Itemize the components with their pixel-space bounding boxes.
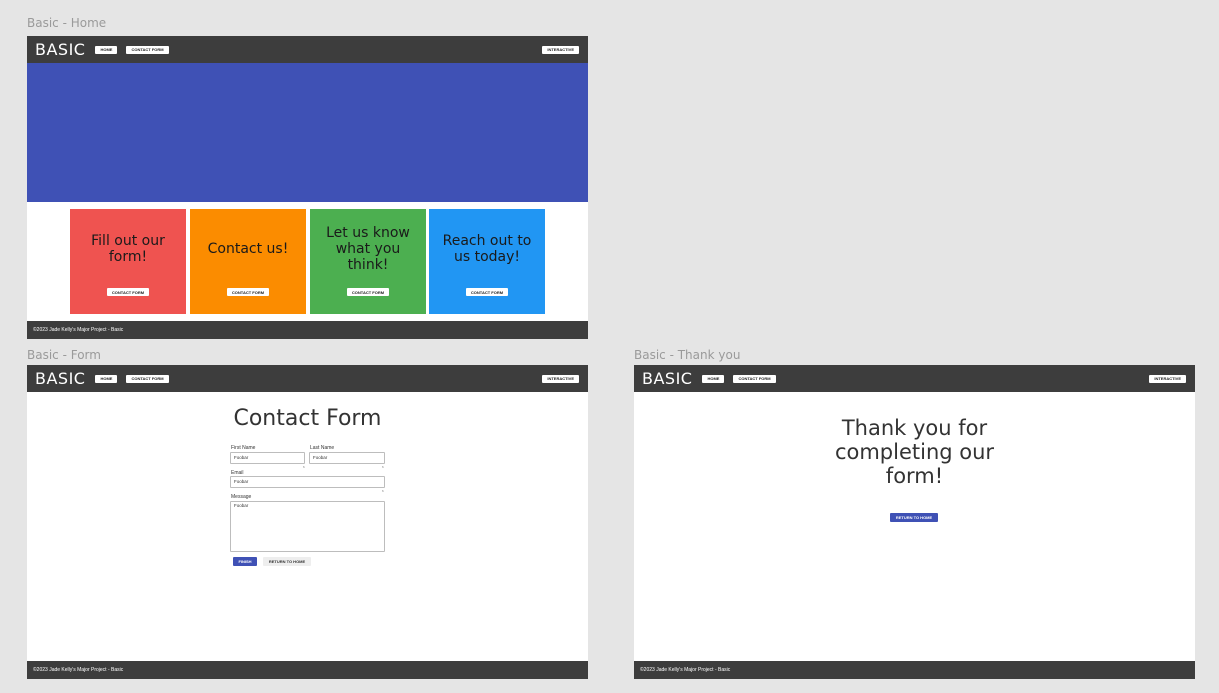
footer-text: ©2023 Jade Kelly's Major Project - Basic bbox=[640, 667, 731, 673]
frame-label-home: Basic - Home bbox=[27, 16, 107, 30]
last-name-field[interactable]: Foobar bbox=[309, 452, 385, 464]
nav-home-button[interactable]: HOME bbox=[95, 45, 118, 54]
first-name-char-count: 6 bbox=[303, 465, 305, 469]
frame-label-thanks: Basic - Thank you bbox=[634, 348, 741, 362]
frame-home: BASIC HOME CONTACT FORM INTERACTIVE Fill… bbox=[27, 36, 588, 339]
nav-contact-form-button[interactable]: CONTACT FORM bbox=[126, 374, 169, 383]
first-name-field[interactable]: Foobar bbox=[230, 452, 305, 464]
email-field[interactable]: Foobar bbox=[230, 476, 385, 488]
brand-logo[interactable]: BASIC bbox=[642, 369, 692, 388]
frame-form: BASIC HOME CONTACT FORM INTERACTIVE Cont… bbox=[27, 365, 588, 679]
card-text: Fill out our form! bbox=[91, 232, 165, 265]
card-contact-us: Contact us! CONTACT FORM bbox=[190, 209, 306, 314]
finish-button[interactable]: FINISH bbox=[233, 557, 257, 566]
last-name-char-count: 6 bbox=[382, 465, 384, 469]
first-name-label: First Name bbox=[231, 445, 256, 451]
card-contact-form-button[interactable]: CONTACT FORM bbox=[465, 288, 509, 296]
footer: ©2023 Jade Kelly's Major Project - Basic bbox=[27, 321, 588, 339]
nav-interactive-button[interactable]: INTERACTIVE bbox=[542, 374, 579, 383]
frame-thanks: BASIC HOME CONTACT FORM INTERACTIVE Than… bbox=[634, 365, 1195, 679]
email-char-count: 6 bbox=[382, 489, 384, 493]
message-textarea[interactable]: Foobar bbox=[230, 501, 385, 552]
brand-logo[interactable]: BASIC bbox=[35, 40, 85, 59]
app-bar: BASIC HOME CONTACT FORM INTERACTIVE bbox=[634, 365, 1195, 392]
card-contact-form-button[interactable]: CONTACT FORM bbox=[226, 288, 270, 296]
footer-text: ©2023 Jade Kelly's Major Project - Basic bbox=[33, 327, 124, 333]
card-contact-form-button[interactable]: CONTACT FORM bbox=[346, 288, 390, 296]
hero-banner bbox=[27, 63, 588, 202]
nav-interactive-button[interactable]: INTERACTIVE bbox=[542, 45, 579, 54]
nav-home-button[interactable]: HOME bbox=[95, 374, 118, 383]
card-text: Reach out to us today! bbox=[442, 232, 532, 265]
footer: ©2023 Jade Kelly's Major Project - Basic bbox=[634, 661, 1195, 679]
card-text: Contact us! bbox=[207, 240, 289, 257]
nav-home-button[interactable]: HOME bbox=[702, 374, 725, 383]
footer: ©2023 Jade Kelly's Major Project - Basic bbox=[27, 661, 588, 679]
card-fill-form: Fill out our form! CONTACT FORM bbox=[70, 209, 186, 314]
app-bar: BASIC HOME CONTACT FORM INTERACTIVE bbox=[27, 36, 588, 63]
frame-label-form: Basic - Form bbox=[27, 348, 101, 362]
nav-contact-form-button[interactable]: CONTACT FORM bbox=[733, 374, 776, 383]
card-text: Let us know what you think! bbox=[326, 224, 410, 273]
thank-you-message: Thank you for completing our form! bbox=[634, 416, 1195, 488]
card-let-us-know: Let us know what you think! CONTACT FORM bbox=[310, 209, 426, 314]
last-name-label: Last Name bbox=[310, 445, 335, 451]
page-title: Contact Form bbox=[233, 406, 382, 431]
app-bar: BASIC HOME CONTACT FORM INTERACTIVE bbox=[27, 365, 588, 392]
return-to-home-button[interactable]: RETURN TO HOME bbox=[263, 557, 311, 566]
message-label: Message bbox=[231, 494, 252, 500]
nav-contact-form-button[interactable]: CONTACT FORM bbox=[126, 45, 169, 54]
brand-logo[interactable]: BASIC bbox=[35, 369, 85, 388]
footer-text: ©2023 Jade Kelly's Major Project - Basic bbox=[33, 667, 124, 673]
return-to-home-button[interactable]: RETURN TO HOME bbox=[890, 513, 938, 522]
card-contact-form-button[interactable]: CONTACT FORM bbox=[106, 288, 150, 296]
nav-interactive-button[interactable]: INTERACTIVE bbox=[1149, 374, 1186, 383]
thank-you-text: Thank you for completing our form! bbox=[834, 416, 995, 488]
card-reach-out: Reach out to us today! CONTACT FORM bbox=[429, 209, 545, 314]
